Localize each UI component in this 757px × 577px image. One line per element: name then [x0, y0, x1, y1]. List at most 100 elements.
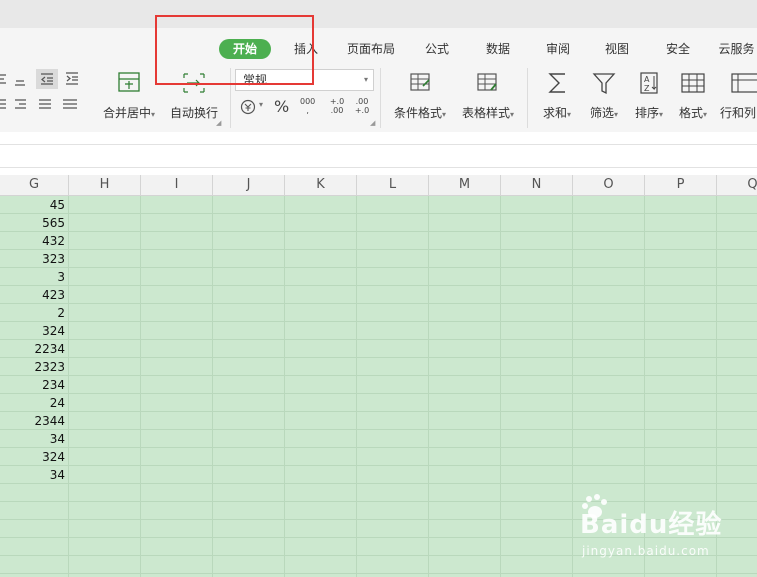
thousands-separator-button[interactable]: 000, [300, 97, 315, 115]
conditional-format-label: 条件格式▾ [393, 106, 447, 120]
tab-security[interactable]: 安全 [662, 39, 694, 59]
cell-g15[interactable]: 324 [0, 448, 69, 466]
cell-g3[interactable]: 432 [0, 232, 69, 250]
table-style-button[interactable]: 表格样式▾ [457, 70, 519, 120]
align-left-icon[interactable] [0, 73, 8, 87]
distributed-align-icon[interactable] [62, 98, 78, 112]
merge-center-icon [118, 72, 140, 94]
svg-text:A: A [644, 75, 650, 84]
column-header-l[interactable]: L [357, 175, 429, 195]
tab-review[interactable]: 审阅 [542, 39, 574, 59]
tab-page-layout[interactable]: 页面布局 [343, 39, 399, 59]
sigma-icon [547, 71, 569, 95]
conditional-format-icon [409, 72, 433, 94]
currency-icon[interactable] [240, 98, 258, 116]
align-right-icon[interactable] [13, 98, 27, 112]
watermark-brand: Baidu经验 [580, 510, 723, 540]
align-bottom-icon[interactable] [13, 73, 27, 87]
watermark-url: jingyan.baidu.com [582, 544, 710, 558]
format-icon [680, 72, 706, 94]
column-header-k[interactable]: K [285, 175, 357, 195]
column-header-row: G H I J K L M N O P Q [0, 175, 757, 196]
cell-g7[interactable]: 2 [0, 304, 69, 322]
grid-line [0, 267, 757, 268]
wrap-text-label: 自动换行 [169, 106, 218, 120]
column-header-n[interactable]: N [501, 175, 573, 195]
tab-data[interactable]: 数据 [482, 39, 514, 59]
ribbon: 开始 插入 页面布局 公式 数据 审阅 视图 安全 云服务 合并居中▾ 自动换行 [0, 28, 757, 132]
grid-line [0, 483, 757, 484]
filter-icon [592, 72, 616, 96]
separator [380, 68, 381, 128]
grid-line [0, 321, 757, 322]
tab-formulas[interactable]: 公式 [421, 39, 453, 59]
sum-button[interactable]: 求和▾ [537, 70, 577, 120]
indent-decrease-icon[interactable] [36, 69, 58, 89]
cell-g12[interactable]: 24 [0, 394, 69, 412]
format-button[interactable]: 格式▾ [673, 70, 713, 120]
column-header-i[interactable]: I [141, 175, 213, 195]
format-label: 格式▾ [678, 106, 708, 120]
alignment-launcher-icon[interactable]: ◢ [216, 119, 221, 127]
grid-line [0, 465, 757, 466]
table-style-icon [476, 72, 500, 94]
cell-g1[interactable]: 45 [0, 196, 69, 214]
cell-g16[interactable]: 34 [0, 466, 69, 484]
grid-line [0, 429, 757, 430]
svg-text:Z: Z [644, 84, 650, 93]
grid-line [0, 357, 757, 358]
column-header-o[interactable]: O [573, 175, 645, 195]
row-col-button[interactable]: 行和列 [717, 70, 757, 120]
grid-line [0, 393, 757, 394]
grid-line [0, 303, 757, 304]
tab-cloud[interactable]: 云服务 [716, 39, 757, 59]
number-launcher-icon[interactable]: ◢ [370, 119, 375, 127]
increase-decimal-button[interactable]: +.0 .00 [327, 97, 347, 115]
filter-label: 筛选▾ [589, 106, 619, 120]
align-justify-icon[interactable] [38, 98, 52, 112]
cell-g6[interactable]: 423 [0, 286, 69, 304]
cell-g14[interactable]: 34 [0, 430, 69, 448]
formula-bar[interactable] [0, 144, 757, 168]
cell-g9[interactable]: 2234 [0, 340, 69, 358]
separator [527, 68, 528, 128]
watermark: Baidu经验 jingyan.baidu.com [580, 492, 750, 572]
grid-line [0, 447, 757, 448]
grid-line [0, 285, 757, 286]
ribbon-tabs: 开始 插入 页面布局 公式 数据 审阅 视图 安全 云服务 [0, 28, 757, 66]
row-col-label: 行和列 [720, 106, 757, 120]
column-header-g[interactable]: G [0, 175, 69, 195]
chevron-down-icon: ▾ [363, 75, 368, 84]
align-justify-left-icon[interactable] [0, 98, 8, 112]
cell-g5[interactable]: 3 [0, 268, 69, 286]
sort-button[interactable]: AZ 排序▾ [630, 70, 668, 120]
cell-g11[interactable]: 234 [0, 376, 69, 394]
indent-increase-icon[interactable] [64, 71, 80, 87]
column-header-j[interactable]: J [213, 175, 285, 195]
table-style-label: 表格样式▾ [461, 106, 515, 120]
column-header-h[interactable]: H [69, 175, 141, 195]
sum-label: 求和▾ [542, 106, 572, 120]
grid-line [0, 231, 757, 232]
percent-button[interactable]: % [274, 97, 289, 116]
column-header-m[interactable]: M [429, 175, 501, 195]
cell-g8[interactable]: 324 [0, 322, 69, 340]
conditional-format-button[interactable]: 条件格式▾ [386, 70, 454, 120]
grid-line [0, 249, 757, 250]
column-header-q[interactable]: Q [717, 175, 757, 195]
column-header-p[interactable]: P [645, 175, 717, 195]
filter-button[interactable]: 筛选▾ [584, 70, 624, 120]
decrease-decimal-button[interactable]: .00 +.0 [352, 97, 372, 115]
grid-line [0, 411, 757, 412]
cell-g13[interactable]: 2344 [0, 412, 69, 430]
sort-label: 排序▾ [634, 106, 664, 120]
grid-line [0, 375, 757, 376]
grid-line [0, 339, 757, 340]
cell-g4[interactable]: 323 [0, 250, 69, 268]
currency-dropdown-icon[interactable]: ▾ [259, 100, 263, 109]
tab-view[interactable]: 视图 [601, 39, 633, 59]
grid-line [0, 573, 757, 574]
cell-g2[interactable]: 565 [0, 214, 69, 232]
cell-g10[interactable]: 2323 [0, 358, 69, 376]
merge-center-button[interactable]: 合并居中▾ [98, 70, 160, 120]
